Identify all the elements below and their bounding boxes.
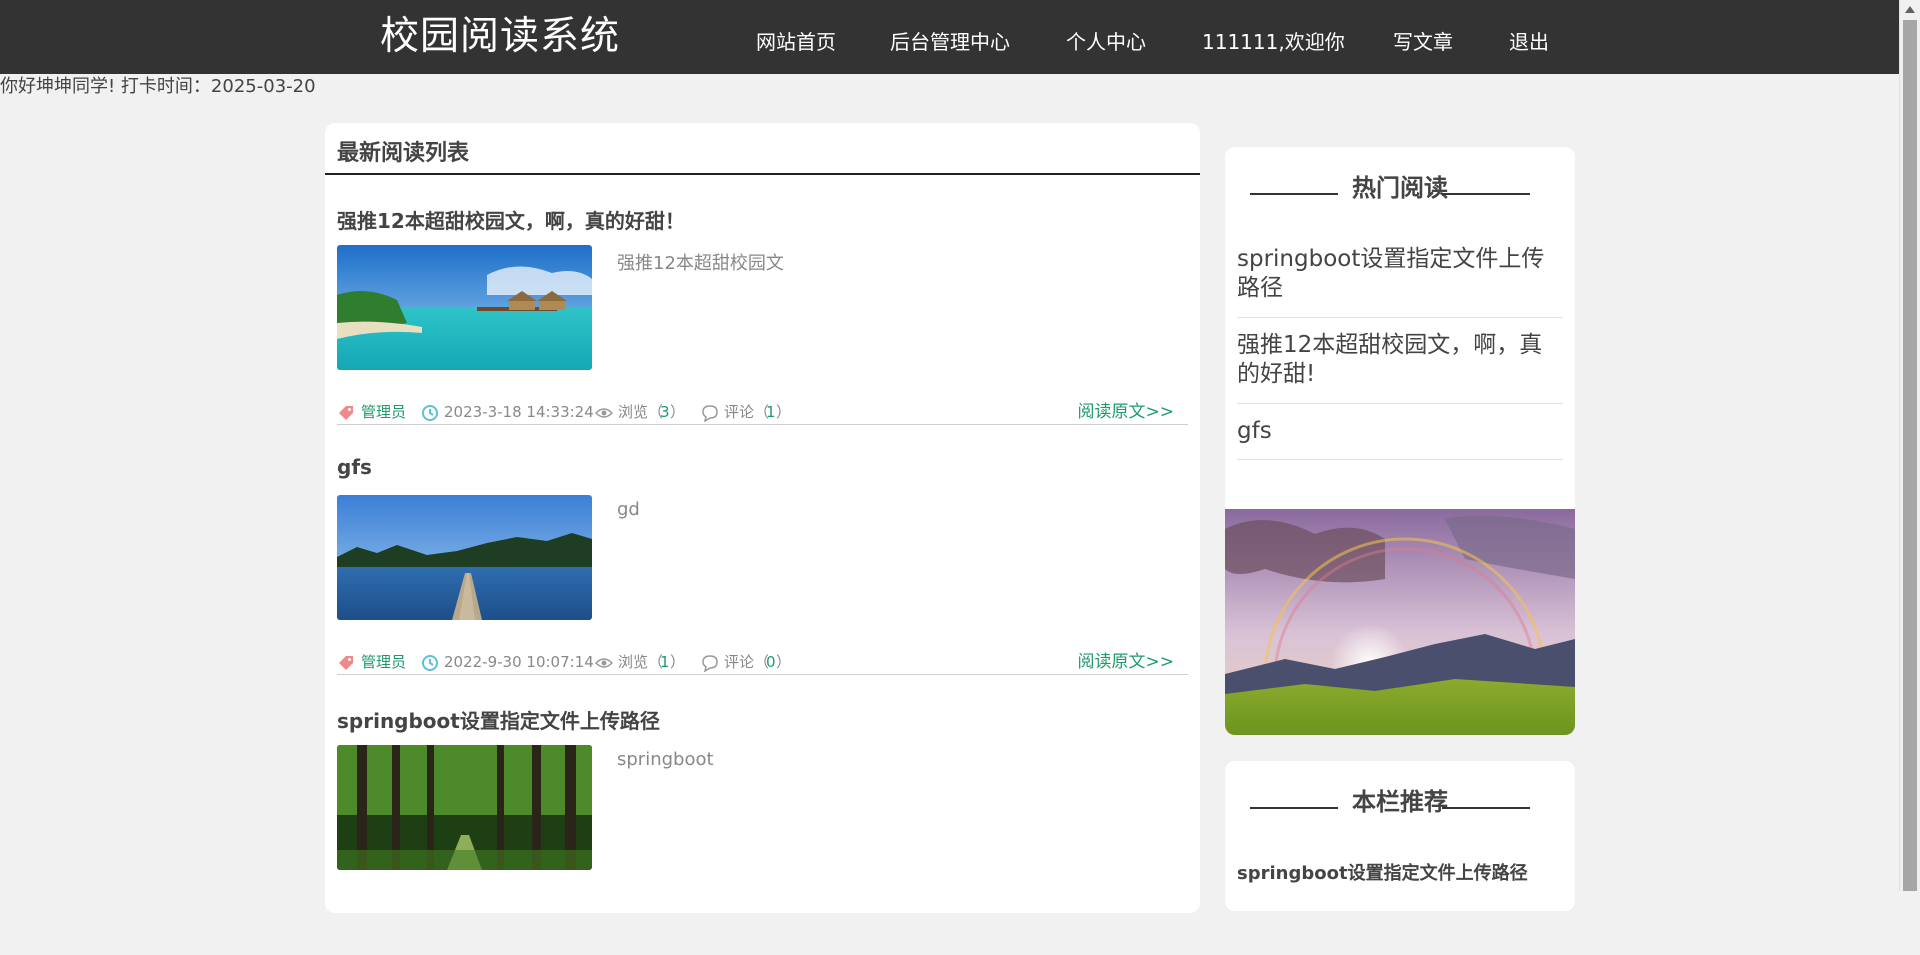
page-scrollbar[interactable] <box>1899 0 1920 891</box>
scroll-up-arrow-icon[interactable] <box>1905 6 1915 13</box>
comments-close: ） <box>776 403 792 421</box>
list-title: 最新阅读列表 <box>337 141 470 166</box>
article-divider <box>337 674 1188 675</box>
article-excerpt: 强推12本超甜校园文 <box>617 253 784 274</box>
heading-left-line <box>1250 193 1338 195</box>
article-date: 2022-9-30 10:07:14 <box>444 653 594 671</box>
tag-icon <box>339 656 353 670</box>
recommended-title: 本栏推荐 <box>1352 788 1448 816</box>
clock-icon <box>422 405 438 421</box>
hot-item[interactable]: springboot设置指定文件上传路径 <box>1237 245 1563 303</box>
eye-icon <box>595 658 613 668</box>
comments-label: 评论（ <box>724 403 770 421</box>
article-thumbnail[interactable] <box>337 245 592 370</box>
article-item: gfs gd 管理员 2022-9-30 10:07:14 浏览（ 1 ） 评论… <box>337 455 1188 705</box>
article-title[interactable]: gfs <box>337 455 372 479</box>
comment-icon <box>702 655 718 672</box>
tag-icon <box>339 406 353 420</box>
comments-label: 评论（ <box>724 653 770 671</box>
scrollbar-thumb[interactable] <box>1903 20 1917 891</box>
forest-path-photo <box>337 745 592 870</box>
hot-reading-heading: 热门阅读 <box>1225 171 1575 205</box>
article-excerpt: springboot <box>617 749 714 770</box>
article-thumbnail[interactable] <box>337 495 592 620</box>
tropical-island-photo <box>337 245 592 370</box>
top-navbar: 校园阅读系统 网站首页 后台管理中心 个人中心 111111,欢迎你 写文章 退… <box>0 0 1900 74</box>
site-logo[interactable]: 校园阅读系统 <box>380 12 620 62</box>
article-date: 2023-3-18 14:33:24 <box>444 403 594 421</box>
recommended-item[interactable]: springboot设置指定文件上传路径 <box>1237 859 1528 885</box>
nav-personal-center[interactable]: 个人中心 <box>1066 28 1146 56</box>
eye-icon <box>595 408 613 418</box>
hot-item-divider <box>1237 317 1563 318</box>
hot-item-divider <box>1237 459 1563 460</box>
article-author[interactable]: 管理员 <box>361 652 406 672</box>
comments-count: 0 <box>766 653 776 671</box>
nav-write-article[interactable]: 写文章 <box>1393 28 1453 56</box>
article-meta: 管理员 2023-3-18 14:33:24 浏览（ 3 ） 评论（ 1 ） 阅… <box>337 402 1188 424</box>
article-title[interactable]: 强推12本超甜校园文，啊，真的好甜！ <box>337 205 685 234</box>
hot-item[interactable]: gfs <box>1237 417 1563 446</box>
views-label: 浏览（ <box>618 653 664 671</box>
comment-icon <box>702 405 718 422</box>
recommended-card: 本栏推荐 springboot设置指定文件上传路径 <box>1225 761 1575 911</box>
sidebar-banner-image[interactable] <box>1225 509 1575 735</box>
title-divider <box>325 173 1200 175</box>
views-count: 1 <box>660 653 670 671</box>
article-excerpt: gd <box>617 499 640 520</box>
hot-item[interactable]: 强推12本超甜校园文，啊，真的好甜! <box>1237 331 1563 389</box>
rainbow-landscape-photo <box>1225 509 1575 735</box>
article-meta: 管理员 2022-9-30 10:07:14 浏览（ 1 ） 评论（ 0 ） 阅… <box>337 652 1188 674</box>
views-count: 3 <box>660 403 670 421</box>
heading-left-line <box>1250 807 1338 809</box>
article-title[interactable]: springboot设置指定文件上传路径 <box>337 705 660 734</box>
views-close: ） <box>670 403 686 421</box>
lake-pier-photo <box>337 495 592 620</box>
read-more-link[interactable]: 阅读原文>> <box>1078 402 1175 422</box>
hot-reading-title: 热门阅读 <box>1352 174 1448 202</box>
hot-reading-card: 热门阅读 springboot设置指定文件上传路径 强推12本超甜校园文，啊，真… <box>1225 147 1575 735</box>
comments-count: 1 <box>766 403 776 421</box>
heading-right-line <box>1442 807 1530 809</box>
article-thumbnail[interactable] <box>337 745 592 870</box>
greeting-text: 你好坤坤同学! 打卡时间：2025-03-20 <box>0 76 316 97</box>
views-label: 浏览（ <box>618 403 664 421</box>
read-more-link[interactable]: 阅读原文>> <box>1078 652 1175 672</box>
article-item: 强推12本超甜校园文，啊，真的好甜！ 强推12本超甜校园文 管理员 2023-3… <box>337 205 1188 455</box>
article-divider <box>337 424 1188 425</box>
article-author[interactable]: 管理员 <box>361 402 406 422</box>
clock-icon <box>422 655 438 671</box>
article-item: springboot设置指定文件上传路径 springboot <box>337 705 1188 955</box>
recommended-heading: 本栏推荐 <box>1225 785 1575 819</box>
latest-reading-list: 最新阅读列表 强推12本超甜校园文，啊，真的好甜！ 强推12本超甜校园文 管理员… <box>325 123 1200 913</box>
nav-home[interactable]: 网站首页 <box>756 28 836 56</box>
views-close: ） <box>670 653 686 671</box>
nav-admin-center[interactable]: 后台管理中心 <box>890 28 1010 56</box>
nav-user-welcome[interactable]: 111111,欢迎你 <box>1202 28 1345 56</box>
comments-close: ） <box>776 653 792 671</box>
nav-logout[interactable]: 退出 <box>1509 28 1549 56</box>
hot-item-divider <box>1237 403 1563 404</box>
heading-right-line <box>1442 193 1530 195</box>
